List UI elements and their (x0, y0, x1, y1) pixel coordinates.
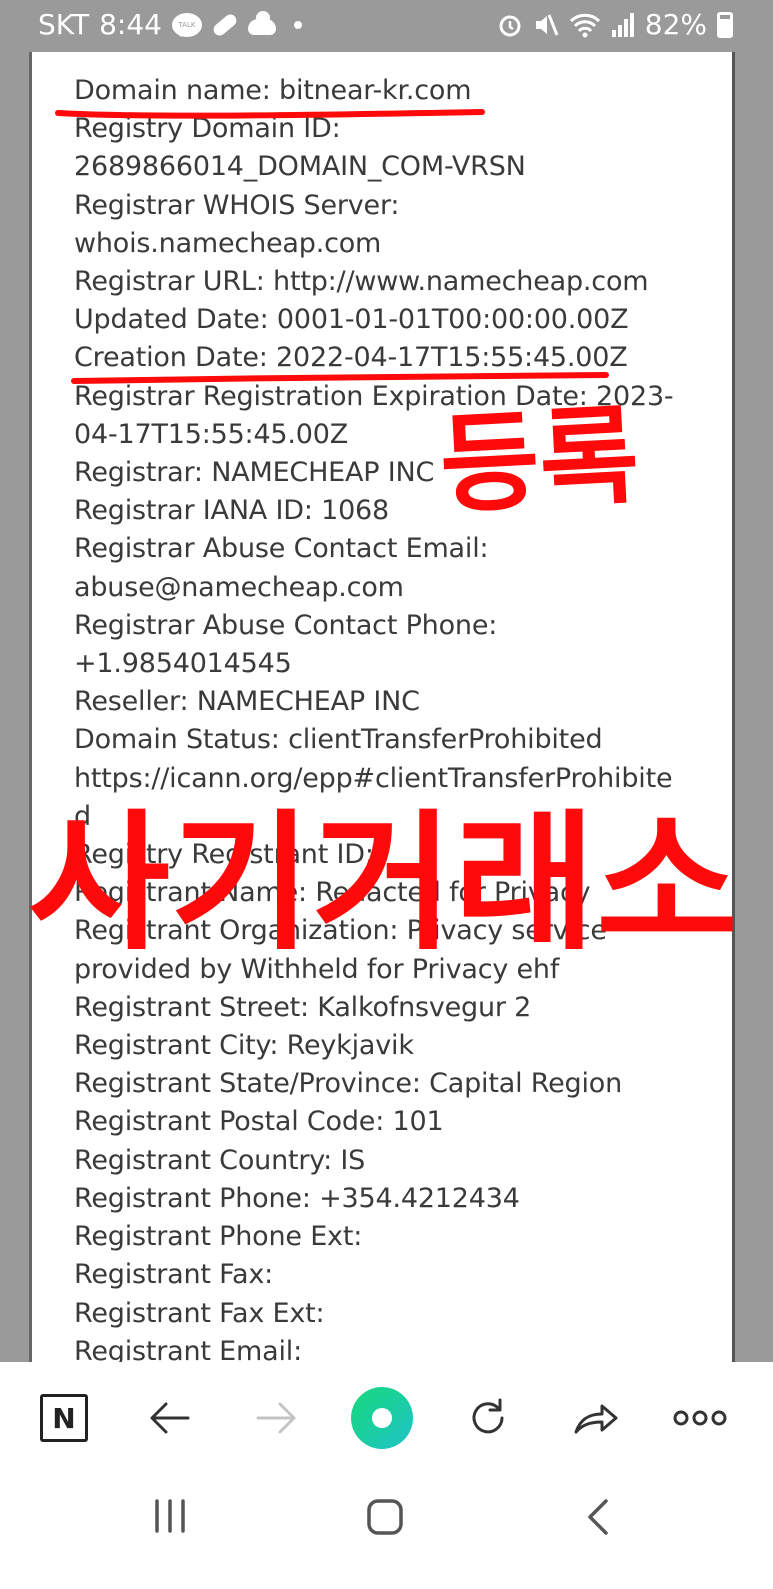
cloud-icon (247, 10, 276, 35)
whois-line: Registrar WHOIS Server: (74, 189, 400, 221)
whois-line: Registrant Fax: (74, 1259, 274, 1291)
whois-line: Registrar IANA ID: 1068 (74, 495, 390, 527)
notification-dot-icon (293, 20, 302, 29)
recent-apps-icon[interactable] (152, 1498, 188, 1534)
whois-record: Domain name: bitnear-kr.com Registry Doma… (74, 72, 714, 1362)
whois-line: Registrant Country: IS (74, 1144, 366, 1176)
whois-line: Registrant Phone Ext: (74, 1221, 363, 1253)
whois-line: whois.namecheap.com (74, 227, 382, 259)
whois-line: Registrant Street: Kalkofnsvegur 2 (74, 991, 532, 1023)
whois-line: Registrant Organization: Privacy service (74, 915, 607, 947)
battery-icon (717, 11, 733, 38)
more-button[interactable] (672, 1390, 728, 1446)
green-home-button[interactable] (350, 1386, 414, 1450)
whois-line: Registrar Abuse Contact Phone: (74, 609, 498, 641)
wifi-icon (569, 13, 600, 37)
whois-line: 04-17T15:55:45.00Z (74, 418, 349, 450)
share-button[interactable] (568, 1390, 624, 1446)
whois-line: Registrant Phone: +354.4212434 (74, 1182, 520, 1214)
whois-line: Registrar: NAMECHEAP INC (74, 457, 435, 489)
whois-line: d (74, 800, 91, 832)
whois-line: Registry Registrant ID: (74, 839, 374, 871)
battery-percent: 82% (644, 8, 707, 41)
whois-line: Creation Date: 2022-04-17T15:55:45.00Z (74, 342, 628, 374)
naver-logo-icon: N (40, 1394, 88, 1442)
signal-icon (611, 12, 634, 37)
status-bar: SKT 8:44 TALK 82% (0, 0, 773, 52)
whois-line: Domain Status: clientTransferProhibited (74, 724, 603, 756)
naver-home-button[interactable]: N (36, 1390, 92, 1446)
alarm-icon (499, 15, 521, 36)
arrow-left-icon (150, 1402, 190, 1434)
whois-line: Registrant Postal Code: 101 (74, 1106, 444, 1138)
whois-line: Registrar Abuse Contact Email: (74, 533, 489, 565)
whois-line: https://icann.org/epp#clientTransferProh… (74, 762, 673, 794)
whois-line: Registrant City: Reykjavik (74, 1030, 414, 1062)
home-icon[interactable] (366, 1498, 404, 1536)
whois-line: abuse@namecheap.com (74, 571, 404, 603)
mute-icon (535, 13, 559, 36)
clock: 8:44 (99, 8, 162, 41)
whois-line: +1.9854014545 (74, 648, 292, 680)
whois-line: Reseller: NAMECHEAP INC (74, 686, 420, 718)
refresh-button[interactable] (460, 1390, 516, 1446)
talk-label: TALK (178, 20, 196, 29)
whois-line: 2689866014_DOMAIN_COM-VRSN (74, 151, 526, 183)
whois-line: Updated Date: 0001-01-01T00:00:00.00Z (74, 304, 629, 336)
whois-line: Registrant Email: (74, 1335, 302, 1362)
back-button[interactable] (142, 1390, 198, 1446)
whois-line: Registrant Name: Redacted for Privacy (74, 877, 591, 909)
whois-line: Registrant Fax Ext: (74, 1297, 325, 1329)
whois-line: Registrar URL: http://www.namecheap.com (74, 266, 649, 298)
carrier-label: SKT (38, 8, 90, 41)
more-icon (673, 1410, 727, 1426)
arrow-right-icon (256, 1402, 296, 1434)
refresh-icon (472, 1398, 504, 1434)
back-nav-icon[interactable] (584, 1498, 612, 1536)
whois-line: Domain name: bitnear-kr.com (74, 75, 472, 106)
forward-button[interactable] (248, 1390, 304, 1446)
whois-line: Registry Domain ID: (74, 113, 341, 145)
share-icon (574, 1404, 618, 1434)
talk-icon: TALK (171, 12, 202, 37)
whois-line: Registrar Registration Expiration Date: … (74, 380, 674, 412)
whois-document[interactable]: Domain name: bitnear-kr.com Registry Doma… (32, 52, 732, 1362)
whois-line: Registrant State/Province: Capital Regio… (74, 1068, 622, 1100)
system-nav-bar (0, 1472, 773, 1589)
pill-icon (211, 11, 239, 38)
browser-toolbar: N (0, 1362, 773, 1472)
whois-line: provided by Withheld for Privacy ehf (74, 953, 560, 985)
green-circle-icon (351, 1387, 413, 1449)
